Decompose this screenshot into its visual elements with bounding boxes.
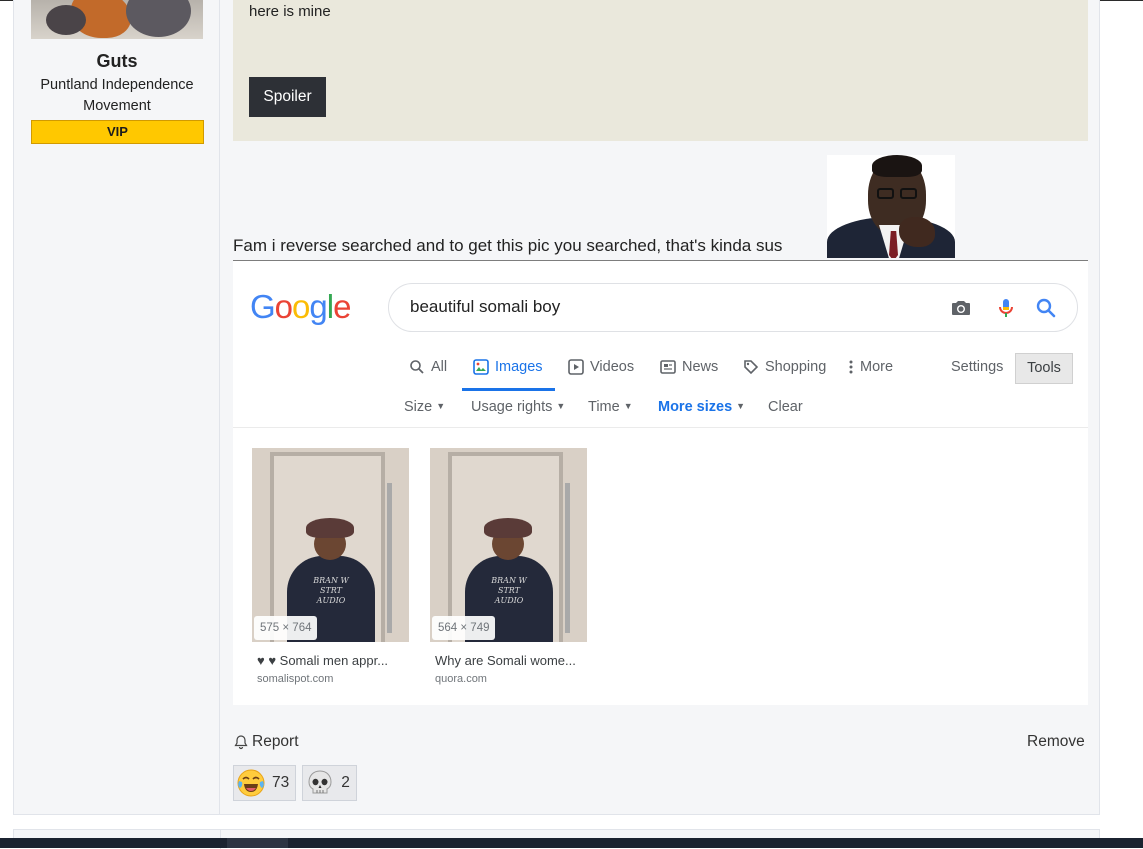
tab-shopping: Shopping [743,359,826,375]
filter-bar: Size ▼ Usage rights ▼ Time ▼ More sizes ▼ Cl… [233,397,1088,421]
search-query: beautiful somali boy [410,297,561,316]
filter-label: More sizes [658,399,733,415]
filter-label: Usage rights [471,399,553,415]
filter-size: Size ▼ [404,399,445,415]
video-icon [568,359,584,375]
tab-label: News [682,359,719,375]
more-vert-icon [849,360,853,374]
logo-letter: o [292,288,310,325]
reaction-count: 2 [341,774,350,791]
report-label: Report [252,733,299,750]
tab-label: Images [495,359,543,375]
user-badge: VIP [31,120,204,144]
filter-clear: Clear [768,399,803,415]
shirt-print: BRAN W STRT AUDIO [491,576,527,605]
image-dimensions: 564 × 749 [432,616,496,640]
tab-label: Shopping [765,359,827,375]
user-avatar[interactable] [31,0,203,39]
caret-down-icon: ▼ [736,401,746,411]
forum-post: Guts Puntland Independence Movement VIP … [13,0,1100,815]
bottom-bar [0,838,1143,848]
result-thumbnail: BRAN W STRT AUDIO 564 × 749 [430,448,587,642]
bell-icon [234,735,248,750]
tab-videos: Videos [568,359,634,375]
tab-images: Images [473,359,543,375]
logo-letter: G [250,288,276,325]
active-tab-indicator [462,388,555,391]
inline-image[interactable] [827,155,955,258]
tools-button: Tools [1015,353,1073,384]
tab-more: More [848,359,893,375]
logo-letter: g [309,288,327,325]
skull-emoji-icon [308,770,332,794]
image-dimensions: 575 × 764 [254,616,318,640]
laughing-tears-emoji-icon [237,769,265,797]
result-caption: ♥ ♥ Somali men appr... [257,653,389,668]
reaction-skull[interactable]: 2 [302,765,357,801]
tab-label: More [860,359,894,375]
filter-label: Size [404,399,433,415]
filter-label: Time [588,399,620,415]
tab-news: News [660,359,718,375]
search-tabs: All Images Videos News Shopping More Set… [233,353,1088,393]
tab-label: All [431,359,448,375]
google-screenshot[interactable]: Google beautiful somali boy All Images V… [233,261,1088,705]
reaction-laugh[interactable]: 73 [233,765,297,801]
filter-more-sizes: More sizes ▼ [658,399,745,415]
shirt-print: BRAN W STRT AUDIO [313,576,349,605]
search-box: beautiful somali boy [388,283,1078,332]
logo-letter: e [333,288,351,325]
username[interactable]: Guts [14,51,220,72]
search-icon [1036,298,1056,318]
search-icon [410,360,424,374]
result-source: somalispot.com [257,673,334,685]
tag-icon [744,360,759,375]
image-icon [473,359,489,375]
spoiler-button[interactable]: Spoiler [249,77,326,117]
caret-down-icon: ▼ [556,401,566,411]
quote-text: here is mine [249,3,331,20]
microphone-icon [999,299,1013,317]
user-title: Puntland Independence Movement [40,77,194,114]
remove-link[interactable]: Remove [1027,733,1085,751]
google-logo: Google [250,288,351,326]
tab-all: All [409,359,447,375]
caret-down-icon: ▼ [436,401,446,411]
result-caption: Why are Somali wome... [435,653,576,668]
filter-usage-rights: Usage rights ▼ [471,399,565,415]
message-text: Fam i reverse searched and to get this p… [233,236,783,255]
reaction-count: 73 [272,774,290,791]
report-link[interactable]: Report [233,733,299,751]
camera-icon [952,301,970,315]
user-pane: Guts Puntland Independence Movement VIP [14,0,220,814]
logo-letter: o [274,288,293,325]
tab-label: Videos [590,359,635,375]
reactions-bar: 73 2 [233,765,357,801]
news-icon [660,360,676,374]
results-divider [233,427,1088,428]
settings-link: Settings [951,359,1004,375]
result-thumbnail: BRAN W STRT AUDIO 575 × 764 [252,448,409,642]
filter-time: Time ▼ [588,399,633,415]
quote-block: here is mine Spoiler [233,0,1088,141]
result-source: quora.com [435,673,487,685]
caret-down-icon: ▼ [623,401,633,411]
